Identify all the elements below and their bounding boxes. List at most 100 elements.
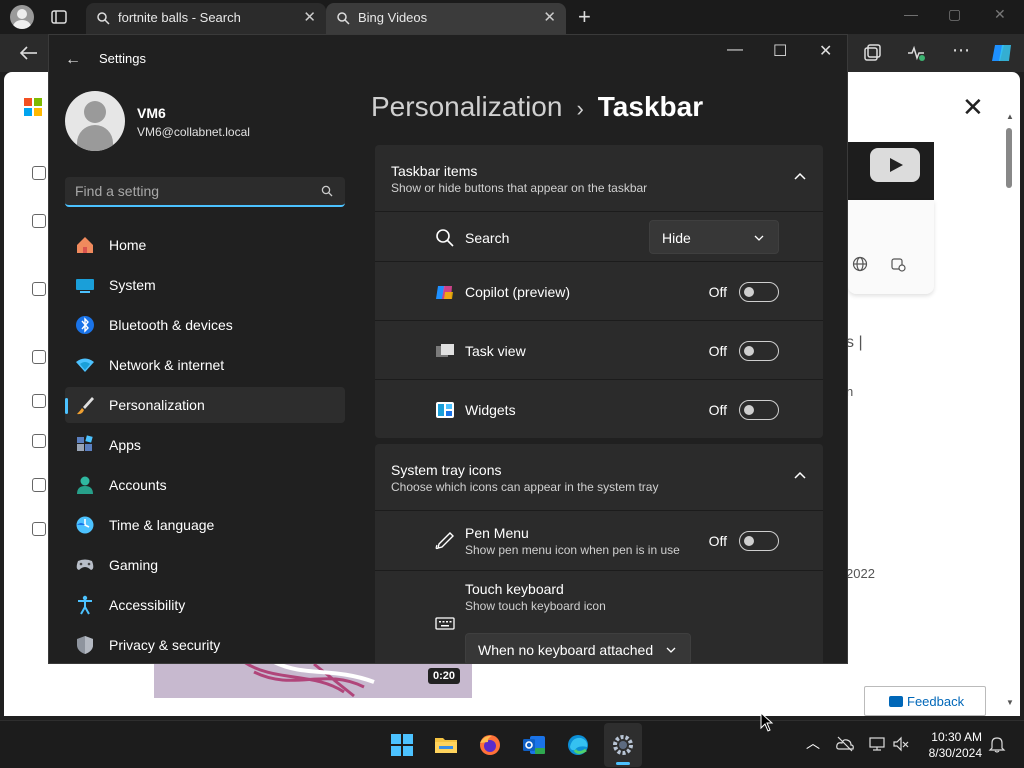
notifications-bell-icon[interactable] bbox=[988, 735, 1006, 753]
settings-minimize-button[interactable]: — bbox=[727, 41, 743, 59]
feedback-button[interactable]: Feedback bbox=[864, 686, 986, 716]
tab-actions-icon[interactable] bbox=[50, 8, 68, 26]
toggle-state-label: Off bbox=[708, 533, 727, 549]
nav-item-gaming[interactable]: Gaming bbox=[65, 547, 345, 583]
browser-maximize-button[interactable]: ▢ bbox=[948, 6, 961, 23]
nav-item-home[interactable]: Home bbox=[65, 227, 345, 263]
clock-date: 8/30/2024 bbox=[928, 746, 982, 760]
globe-icon[interactable] bbox=[852, 256, 868, 272]
nav-item-accounts[interactable]: Accounts bbox=[65, 467, 345, 503]
scroll-up-arrow-icon[interactable]: ▲ bbox=[1006, 112, 1014, 121]
windows-start-icon[interactable] bbox=[390, 733, 414, 757]
touch-keyboard-dropdown[interactable]: When no keyboard attached bbox=[465, 633, 691, 663]
add-to-collection-icon[interactable] bbox=[890, 256, 906, 272]
firefox-icon[interactable] bbox=[478, 733, 502, 757]
setting-row-widgets: Widgets Off bbox=[375, 379, 823, 438]
nav-item-privacy-security[interactable]: Privacy & security bbox=[65, 627, 345, 663]
user-avatar[interactable] bbox=[65, 91, 125, 151]
nav-item-label: Network & internet bbox=[109, 357, 225, 373]
browser-tab-bar: fortnite balls - Search ✕ Bing Videos ✕ … bbox=[0, 0, 1024, 34]
chevron-up-icon[interactable] bbox=[793, 468, 807, 482]
browser-tab-bing-videos[interactable]: Bing Videos ✕ bbox=[326, 3, 566, 34]
new-tab-button[interactable]: + bbox=[578, 4, 591, 30]
search-icon bbox=[337, 12, 350, 25]
nav-item-time-language[interactable]: Time & language bbox=[65, 507, 345, 543]
setting-description: Show touch keyboard icon bbox=[465, 599, 606, 613]
accessibility-icon bbox=[78, 595, 92, 615]
scroll-down-arrow-icon[interactable]: ▼ bbox=[1006, 698, 1014, 707]
settings-maximize-button[interactable]: ☐ bbox=[773, 41, 787, 61]
file-explorer-icon[interactable] bbox=[434, 733, 458, 757]
pen-icon bbox=[435, 532, 454, 550]
chevron-up-icon[interactable] bbox=[793, 169, 807, 183]
nav-item-system[interactable]: System bbox=[65, 267, 345, 303]
nav-item-accessibility[interactable]: Accessibility bbox=[65, 587, 345, 623]
close-video-panel-button[interactable]: ✕ bbox=[962, 92, 984, 123]
nav-item-label: Privacy & security bbox=[109, 637, 221, 653]
setting-row-touch-keyboard: Touch keyboard Show touch keyboard icon … bbox=[375, 570, 823, 663]
page-scrollbar-thumb[interactable] bbox=[1006, 128, 1012, 188]
settings-window: ← Settings — ☐ ✕ VM6 VM6@collabnet.local… bbox=[48, 34, 848, 664]
nav-item-personalization[interactable]: Personalization bbox=[65, 387, 345, 423]
keyboard-icon bbox=[435, 617, 455, 630]
chevron-down-icon bbox=[754, 235, 764, 241]
video-thumbnail[interactable] bbox=[154, 662, 472, 698]
nav-item-network[interactable]: Network & internet bbox=[65, 347, 345, 383]
windows-taskbar: ︿ 10:30 AM 8/30/2024 bbox=[0, 720, 1024, 768]
pen-menu-toggle[interactable] bbox=[739, 531, 779, 551]
close-tab-icon[interactable]: ✕ bbox=[543, 8, 556, 26]
settings-search-box[interactable] bbox=[65, 177, 345, 207]
nav-item-bluetooth[interactable]: Bluetooth & devices bbox=[65, 307, 345, 343]
network-disconnected-icon[interactable] bbox=[868, 735, 886, 753]
settings-search-input[interactable] bbox=[75, 183, 305, 199]
browser-essentials-icon[interactable] bbox=[906, 43, 926, 63]
browser-close-button[interactable]: ✕ bbox=[994, 6, 1006, 23]
volume-muted-icon[interactable] bbox=[892, 735, 910, 753]
profile-avatar-icon[interactable] bbox=[10, 5, 34, 29]
show-hidden-icons-chevron-icon[interactable]: ︿ bbox=[806, 733, 824, 751]
settings-close-button[interactable]: ✕ bbox=[819, 41, 832, 61]
browser-tab-search[interactable]: fortnite balls - Search ✕ bbox=[86, 3, 326, 34]
network-icon bbox=[76, 358, 94, 372]
copilot-icon[interactable] bbox=[990, 41, 1014, 65]
section-title: System tray icons bbox=[391, 462, 502, 478]
collections-icon[interactable] bbox=[862, 43, 882, 63]
browser-minimize-button[interactable]: — bbox=[904, 6, 918, 22]
settings-nav: Home System Bluetooth & devices Network … bbox=[65, 227, 345, 663]
outlook-new-icon[interactable] bbox=[522, 733, 546, 757]
setting-row-search: Search Hide bbox=[375, 211, 823, 261]
user-name: VM6 bbox=[137, 105, 166, 121]
search-icon[interactable] bbox=[321, 185, 333, 197]
task-view-toggle[interactable] bbox=[739, 341, 779, 361]
settings-gear-icon[interactable] bbox=[611, 733, 635, 757]
user-email: VM6@collabnet.local bbox=[137, 125, 250, 139]
back-arrow-icon[interactable] bbox=[18, 42, 40, 64]
toggle-state-label: Off bbox=[708, 402, 727, 418]
close-tab-icon[interactable]: ✕ bbox=[303, 8, 316, 26]
paintbrush-icon bbox=[77, 397, 94, 415]
taskbar-items-header[interactable]: Taskbar items Show or hide buttons that … bbox=[375, 145, 823, 211]
setting-label: Pen Menu bbox=[465, 525, 529, 541]
edge-icon[interactable] bbox=[566, 733, 590, 757]
setting-description: Show pen menu icon when pen is in use bbox=[465, 543, 680, 557]
settings-back-button[interactable]: ← bbox=[65, 51, 81, 69]
search-visibility-dropdown[interactable]: Hide bbox=[649, 220, 779, 254]
youtube-play-icon[interactable] bbox=[870, 148, 920, 182]
feedback-icon bbox=[889, 696, 903, 707]
task-view-icon bbox=[436, 344, 454, 357]
copilot-toggle[interactable] bbox=[739, 282, 779, 302]
taskbar-clock[interactable]: 10:30 AM 8/30/2024 bbox=[918, 729, 982, 761]
breadcrumb: Personalization › Taskbar bbox=[371, 91, 703, 123]
widgets-toggle[interactable] bbox=[739, 400, 779, 420]
nav-item-label: Accounts bbox=[109, 477, 167, 493]
video-duration-badge: 0:20 bbox=[428, 668, 461, 684]
toggle-state-label: Off bbox=[708, 284, 727, 300]
system-tray-header[interactable]: System tray icons Choose which icons can… bbox=[375, 444, 823, 510]
gamepad-icon bbox=[76, 559, 94, 570]
onedrive-offline-icon[interactable] bbox=[836, 735, 854, 753]
bluetooth-icon bbox=[76, 316, 94, 334]
microsoft-logo-icon bbox=[24, 98, 42, 116]
nav-item-apps[interactable]: Apps bbox=[65, 427, 345, 463]
more-options-icon[interactable]: ⋯ bbox=[952, 40, 972, 60]
breadcrumb-parent[interactable]: Personalization bbox=[371, 91, 562, 122]
